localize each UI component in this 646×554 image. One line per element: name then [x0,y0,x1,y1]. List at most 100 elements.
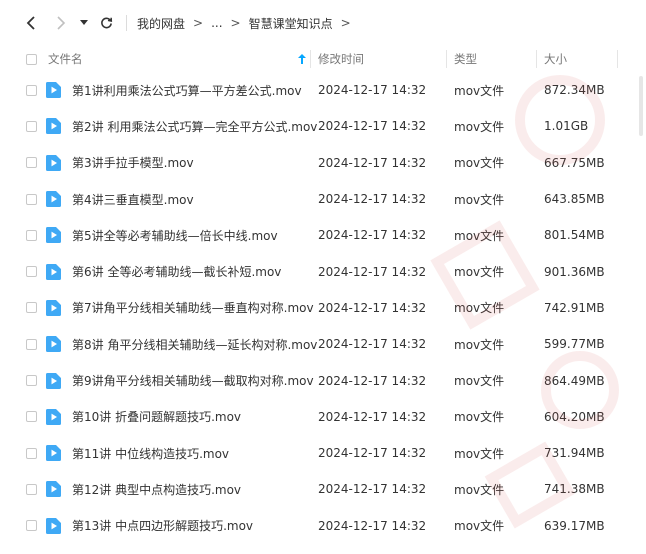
row-checkbox[interactable] [26,193,37,205]
row-checkbox-cell [26,217,37,253]
row-checkbox[interactable] [26,338,37,350]
file-modified-time: 2024-12-17 14:32 [318,228,427,243]
file-name[interactable]: 第5讲全等必考辅助线—倍长中线.mov [72,227,278,244]
row-checkbox[interactable] [26,120,37,132]
file-name[interactable]: 第4讲三垂直模型.mov [72,191,194,208]
file-name[interactable]: 第3讲手拉手模型.mov [72,154,194,171]
file-modified-time: 2024-12-17 14:32 [318,300,427,315]
row-checkbox-cell [26,362,37,398]
file-type: mov文件 [454,482,505,497]
file-size: 731.94MB [544,446,605,461]
file-size: 741.38MB [544,482,605,497]
file-row[interactable]: 第9讲角平分线相关辅助线—截取构对称.mov 2024-12-17 14:32 … [0,362,620,398]
file-modified-time: 2024-12-17 14:32 [318,83,427,98]
file-icon-cell [46,290,61,326]
header-divider [536,50,537,68]
video-file-icon [46,408,61,425]
file-row[interactable]: 第12讲 典型中点构造技巧.mov 2024-12-17 14:32 mov文件… [0,471,620,507]
video-file-icon [46,82,61,99]
row-checkbox-cell [26,72,37,108]
file-name[interactable]: 第13讲 中点四边形解题技巧.mov [72,517,253,534]
file-type: mov文件 [454,337,505,352]
select-all-checkbox[interactable] [26,53,37,65]
file-row[interactable]: 第6讲 全等必考辅助线—截长补短.mov 2024-12-17 14:32 mo… [0,253,620,289]
file-type: mov文件 [454,119,505,134]
column-header-modified[interactable]: 修改时间 [318,46,364,72]
file-name[interactable]: 第9讲角平分线相关辅助线—截取构对称.mov [72,372,314,389]
file-row[interactable]: 第7讲角平分线相关辅助线—垂直构对称.mov 2024-12-17 14:32 … [0,290,620,326]
file-name[interactable]: 第8讲 角平分线相关辅助线—延长构对称.mov [72,336,317,353]
breadcrumb-separator: > [340,16,351,30]
column-header-type-label: 类型 [454,52,477,66]
row-checkbox[interactable] [26,302,37,314]
file-modified-time: 2024-12-17 14:32 [318,119,427,134]
file-type: mov文件 [454,265,505,280]
row-checkbox[interactable] [26,520,37,532]
row-checkbox-cell [26,108,37,144]
file-row[interactable]: 第1讲利用乘法公式巧算—平方差公式.mov 2024-12-17 14:32 m… [0,72,620,108]
file-size: 667.75MB [544,155,605,170]
file-icon-cell [46,326,61,362]
file-size: 1.01GB [544,119,589,134]
file-type: mov文件 [454,301,505,316]
back-button[interactable] [22,11,40,35]
sort-ascending-icon [298,54,306,64]
file-row[interactable]: 第2讲 利用乘法公式巧算—完全平方公式.mov 2024-12-17 14:32… [0,108,620,144]
file-modified-time: 2024-12-17 14:32 [318,337,427,352]
file-row[interactable]: 第13讲 中点四边形解题技巧.mov 2024-12-17 14:32 mov文… [0,508,620,544]
file-name[interactable]: 第7讲角平分线相关辅助线—垂直构对称.mov [72,299,314,316]
file-name[interactable]: 第6讲 全等必考辅助线—截长补短.mov [72,263,281,280]
history-dropdown-button[interactable] [78,11,90,35]
row-checkbox[interactable] [26,84,37,96]
file-icon-cell [46,72,61,108]
file-row[interactable]: 第10讲 折叠问题解题技巧.mov 2024-12-17 14:32 mov文件… [0,399,620,435]
file-name[interactable]: 第1讲利用乘法公式巧算—平方差公式.mov [72,82,302,99]
file-row[interactable]: 第3讲手拉手模型.mov 2024-12-17 14:32 mov文件 667.… [0,145,620,181]
column-header-name[interactable]: 文件名 [48,46,310,72]
video-file-icon [46,227,61,244]
file-size: 639.17MB [544,518,605,533]
row-checkbox[interactable] [26,157,37,169]
row-checkbox[interactable] [26,447,37,459]
breadcrumb-root[interactable]: 我的网盘 [137,15,185,32]
row-checkbox[interactable] [26,229,37,241]
video-file-icon [46,154,61,171]
file-size: 599.77MB [544,337,605,352]
row-checkbox[interactable] [26,411,37,423]
file-name[interactable]: 第11讲 中位线构造技巧.mov [72,445,229,462]
breadcrumb: 我的网盘 > ... > 智慧课堂知识点 > [137,15,353,32]
forward-button[interactable] [52,11,70,35]
row-checkbox[interactable] [26,375,37,387]
file-icon-cell [46,253,61,289]
file-name[interactable]: 第10讲 折叠问题解题技巧.mov [72,408,241,425]
row-checkbox[interactable] [26,266,37,278]
chevron-left-icon [26,16,35,30]
column-header-size[interactable]: 大小 [544,46,567,72]
video-file-icon [46,517,61,534]
file-size: 864.49MB [544,373,605,388]
breadcrumb-ellipsis[interactable]: ... [211,16,222,30]
file-list-header: 文件名 修改时间 类型 大小 [0,46,620,72]
vertical-scrollbar[interactable] [636,72,646,550]
file-row[interactable]: 第4讲三垂直模型.mov 2024-12-17 14:32 mov文件 643.… [0,181,620,217]
row-checkbox[interactable] [26,483,37,495]
file-name[interactable]: 第2讲 利用乘法公式巧算—完全平方公式.mov [72,118,317,135]
file-type: mov文件 [454,156,505,171]
file-modified-time: 2024-12-17 14:32 [318,482,427,497]
file-icon-cell [46,508,61,544]
breadcrumb-current[interactable]: 智慧课堂知识点 [249,15,333,32]
column-header-name-label: 文件名 [48,52,83,66]
file-row[interactable]: 第11讲 中位线构造技巧.mov 2024-12-17 14:32 mov文件 … [0,435,620,471]
file-row[interactable]: 第5讲全等必考辅助线—倍长中线.mov 2024-12-17 14:32 mov… [0,217,620,253]
file-type: mov文件 [454,374,505,389]
column-header-type[interactable]: 类型 [454,46,477,72]
breadcrumb-separator: > [230,16,241,30]
file-modified-time: 2024-12-17 14:32 [318,409,427,424]
file-row[interactable]: 第8讲 角平分线相关辅助线—延长构对称.mov 2024-12-17 14:32… [0,326,620,362]
file-name[interactable]: 第12讲 典型中点构造技巧.mov [72,481,241,498]
column-header-size-label: 大小 [544,52,567,66]
video-file-icon [46,118,61,135]
row-checkbox-cell [26,471,37,507]
refresh-button[interactable] [98,11,114,35]
file-modified-time: 2024-12-17 14:32 [318,446,427,461]
